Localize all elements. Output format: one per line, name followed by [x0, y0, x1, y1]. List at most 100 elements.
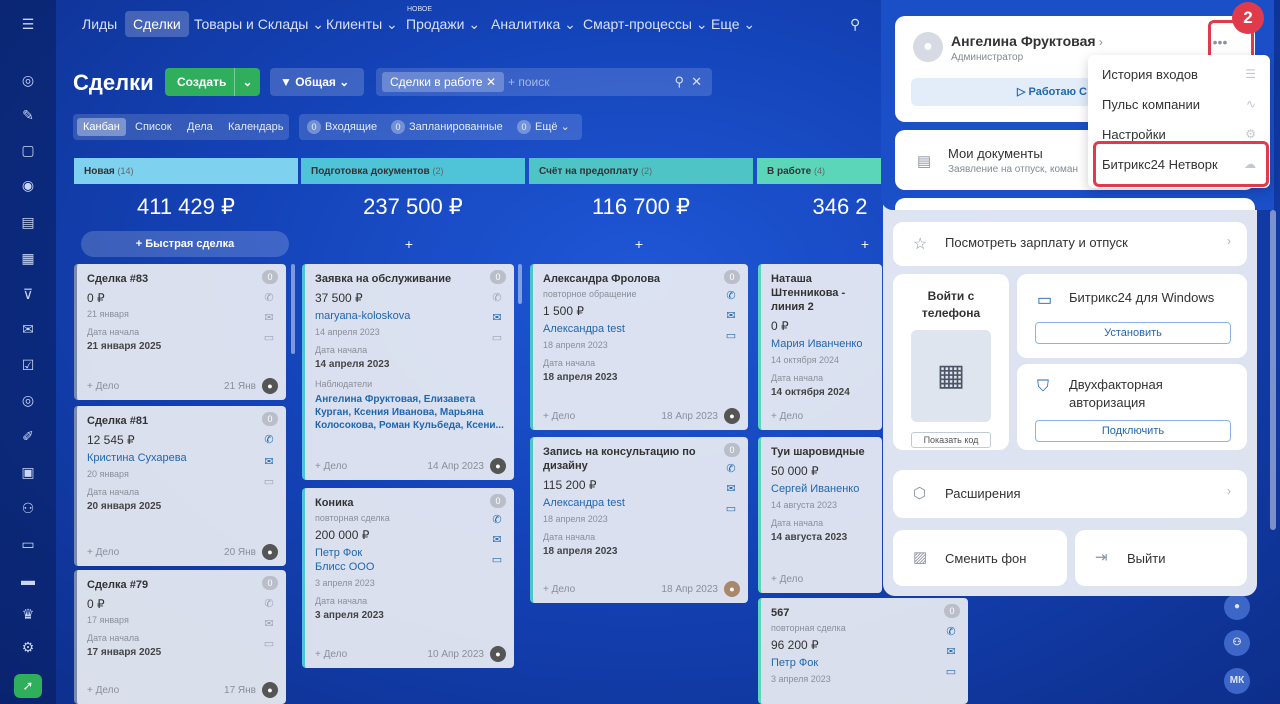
- nav-products[interactable]: Товары и Склады ⌄: [186, 11, 332, 37]
- avatar[interactable]: ●: [262, 378, 278, 394]
- deal-title[interactable]: Туи шаровидные: [771, 445, 872, 459]
- menu-icon[interactable]: ☰: [18, 14, 38, 34]
- deal-card[interactable]: 0 Сделка #81 12 545 ₽ Кристина Сухарева …: [74, 406, 286, 566]
- deal-title[interactable]: Заявка на обслуживание: [315, 272, 504, 286]
- column-scrollbar[interactable]: [518, 264, 522, 304]
- deal-title[interactable]: Александра Фролова: [543, 272, 738, 286]
- quick-deal-button[interactable]: + Быстрая сделка: [81, 231, 289, 257]
- menu-item-login-history[interactable]: История входов: [1102, 67, 1198, 82]
- deal-card[interactable]: Наташа Штенникова - линия 2 0 ₽ Мария Ив…: [758, 264, 882, 430]
- add-activity-link[interactable]: + Дело: [771, 411, 803, 422]
- mail-icon[interactable]: ✉: [724, 483, 738, 495]
- change-background-button[interactable]: ▨ Сменить фон: [893, 530, 1067, 586]
- users-icon[interactable]: ⚇: [18, 498, 38, 518]
- add-activity-link[interactable]: + Дело: [87, 381, 119, 392]
- chat-icon[interactable]: ▭: [262, 638, 276, 650]
- counter-more[interactable]: 0 Ещё ⌄: [517, 120, 570, 134]
- search-icon[interactable]: ⚲: [674, 74, 684, 90]
- column-scrollbar[interactable]: [291, 264, 295, 354]
- disk-icon[interactable]: ◉: [18, 175, 38, 195]
- avatar[interactable]: ●: [262, 682, 278, 698]
- pen-icon[interactable]: ✐: [18, 426, 38, 446]
- contact-link[interactable]: Сергей Иваненко: [771, 482, 872, 496]
- phone-icon[interactable]: ✆: [490, 292, 504, 304]
- nav-smart-processes[interactable]: Смарт-процессы ⌄: [575, 11, 716, 37]
- phone-icon[interactable]: ✆: [490, 514, 504, 526]
- mail-icon[interactable]: ✉: [490, 312, 504, 324]
- search-input[interactable]: Сделки в работе ✕ + поиск ⚲ ✕: [376, 68, 712, 96]
- mail-icon[interactable]: ✉: [944, 646, 958, 658]
- mail-icon[interactable]: ✉: [490, 534, 504, 546]
- close-icon[interactable]: ✕: [691, 74, 702, 90]
- deal-card[interactable]: Туи шаровидные 50 000 ₽ Сергей Иваненко …: [758, 437, 882, 593]
- target-icon[interactable]: ◎: [18, 390, 38, 410]
- connect-button[interactable]: Подключить: [1035, 420, 1231, 442]
- tasks-icon[interactable]: ✎: [18, 105, 38, 125]
- calendar-icon[interactable]: ▦: [18, 248, 38, 268]
- file-icon[interactable]: ▭: [18, 534, 38, 554]
- contact-link[interactable]: Петр Фок: [771, 656, 958, 670]
- deal-title[interactable]: Сделка #83: [87, 272, 276, 286]
- deal-title[interactable]: 567: [771, 606, 958, 620]
- deal-card[interactable]: 0 Запись на консультацию по дизайну 115 …: [530, 437, 748, 603]
- chat-icon[interactable]: ▭: [944, 666, 958, 678]
- counter-incoming[interactable]: 0 Входящие: [307, 120, 377, 134]
- mail-icon[interactable]: ✉: [262, 456, 276, 468]
- deal-title[interactable]: Наташа Штенникова - линия 2: [771, 272, 872, 314]
- crown-icon[interactable]: ♛: [18, 604, 38, 624]
- chat-icon[interactable]: ▢: [18, 140, 38, 160]
- deal-card[interactable]: 0 Заявка на обслуживание 37 500 ₽ maryan…: [302, 264, 514, 480]
- group-chat-icon[interactable]: ⚇: [1224, 630, 1250, 656]
- rocket-icon[interactable]: ➚: [14, 674, 42, 698]
- add-activity-link[interactable]: + Дело: [543, 584, 575, 595]
- avatar[interactable]: ●: [490, 646, 506, 662]
- add-deal-button[interactable]: +: [301, 236, 517, 252]
- contact-card-icon[interactable]: ▣: [18, 462, 38, 482]
- contact-link[interactable]: Александра test: [543, 322, 738, 336]
- contact-link[interactable]: maryana-koloskova: [315, 309, 504, 323]
- chat-icon[interactable]: ▭: [724, 503, 738, 515]
- avatar[interactable]: ●: [724, 581, 740, 597]
- extensions-row[interactable]: ⬡ Расширения ›: [893, 470, 1247, 518]
- profile-name-link[interactable]: Ангелина Фруктовая ›: [951, 33, 1103, 49]
- deal-title[interactable]: Запись на консультацию по дизайну: [543, 445, 713, 473]
- contact-link[interactable]: Мария Иванченко: [771, 337, 872, 351]
- logout-button[interactable]: ⇥ Выйти: [1075, 530, 1247, 586]
- salary-row[interactable]: ☆ Посмотреть зарплату и отпуск ›: [893, 222, 1247, 266]
- column-header-invoice[interactable]: Счёт на предоплату (2): [529, 158, 753, 184]
- crm-icon[interactable]: ◎: [18, 70, 38, 90]
- add-activity-link[interactable]: + Дело: [315, 649, 347, 660]
- deal-title[interactable]: Сделка #81: [87, 414, 276, 428]
- contact-link[interactable]: Петр Фок: [315, 546, 504, 560]
- show-code-button[interactable]: Показать код: [911, 432, 991, 448]
- chat-icon[interactable]: ▭: [490, 332, 504, 344]
- phone-icon[interactable]: ✆: [262, 598, 276, 610]
- card-icon[interactable]: ▬: [18, 570, 38, 590]
- mail-icon[interactable]: ✉: [18, 319, 38, 339]
- phone-icon[interactable]: ✆: [262, 292, 276, 304]
- phone-icon[interactable]: ✆: [724, 463, 738, 475]
- nav-sales[interactable]: Продажи ⌄: [398, 11, 488, 37]
- tab-calendar[interactable]: Календарь: [222, 118, 290, 136]
- nav-leads[interactable]: Лиды: [74, 11, 125, 37]
- deal-card[interactable]: 0 Сделка #83 0 ₽ 21 января Дата начала 2…: [74, 264, 286, 400]
- counter-planned[interactable]: 0 Запланированные: [391, 120, 503, 134]
- avatar[interactable]: ●: [1224, 594, 1250, 620]
- menu-item-settings[interactable]: Настройки: [1102, 127, 1166, 142]
- avatar[interactable]: МК: [1224, 668, 1250, 694]
- chat-icon[interactable]: ▭: [490, 554, 504, 566]
- deal-card[interactable]: 0 Коника повторная сделка 200 000 ₽ Петр…: [302, 488, 514, 668]
- menu-item-company-pulse[interactable]: Пульс компании: [1102, 97, 1200, 112]
- add-activity-link[interactable]: + Дело: [87, 547, 119, 558]
- deal-card[interactable]: 0 567 повторная сделка 96 200 ₽ Петр Фок…: [758, 598, 968, 704]
- deal-card[interactable]: 0 Сделка #79 0 ₽ 17 января Дата начала 1…: [74, 570, 286, 704]
- phone-icon[interactable]: ✆: [944, 626, 958, 638]
- filter-chip[interactable]: Сделки в работе ✕: [382, 72, 504, 92]
- search-icon[interactable]: ⚲: [842, 11, 868, 37]
- settings-icon[interactable]: ⚙: [18, 637, 38, 657]
- column-header-documents[interactable]: Подготовка документов (2): [301, 158, 525, 184]
- add-activity-link[interactable]: + Дело: [771, 574, 803, 585]
- nav-deals[interactable]: Сделки: [125, 11, 189, 37]
- pipeline-selector[interactable]: ▼ Общая ⌄: [270, 68, 364, 96]
- add-activity-link[interactable]: + Дело: [315, 461, 347, 472]
